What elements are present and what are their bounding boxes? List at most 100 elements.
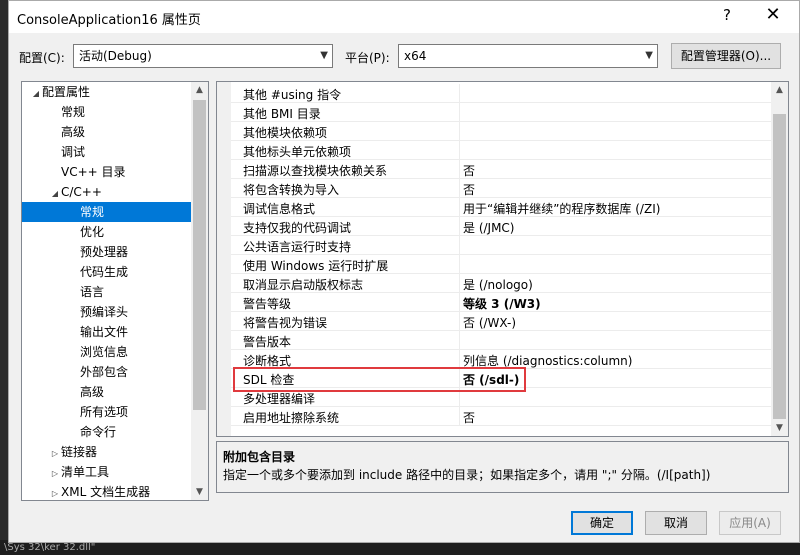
tree-item-label: 命令行: [80, 425, 117, 439]
chevron-down-icon: ▼: [645, 50, 653, 61]
platform-dropdown[interactable]: x64 ▼: [398, 44, 658, 68]
tree-item[interactable]: 命令行: [68, 422, 116, 442]
apply-button[interactable]: 应用(A): [719, 511, 781, 535]
property-row[interactable]: 扫描源以查找模块依赖关系 否: [231, 160, 771, 179]
property-value[interactable]: 否: [463, 181, 475, 198]
tree-item[interactable]: 外部包含: [68, 362, 128, 382]
property-row[interactable]: 其他 #using 指令: [231, 84, 771, 103]
tree-item[interactable]: 代码生成: [68, 262, 128, 282]
property-row[interactable]: 将包含转换为导入 否: [231, 179, 771, 198]
property-value[interactable]: 否: [463, 409, 475, 426]
scroll-up-icon[interactable]: ▲: [191, 82, 208, 98]
tree-item[interactable]: ◢ C/C++: [49, 182, 102, 202]
tree-item[interactable]: 高级: [49, 122, 85, 142]
tree-item[interactable]: ▷ 链接器: [49, 442, 97, 462]
help-icon[interactable]: ?: [717, 6, 737, 24]
property-row[interactable]: 其他标头单元依赖项: [231, 141, 771, 160]
property-name: 其他标头单元依赖项: [243, 145, 352, 159]
property-row[interactable]: 启用地址擦除系统 否: [231, 407, 771, 426]
tree-item[interactable]: 预处理器: [68, 242, 128, 262]
tree-scroll-thumb[interactable]: [193, 100, 206, 410]
grid-scrollbar[interactable]: ▲ ▼: [771, 82, 788, 436]
tree-item[interactable]: 输出文件: [68, 322, 128, 342]
property-row[interactable]: 警告版本: [231, 331, 771, 350]
expand-toggle-icon[interactable]: ▷: [49, 464, 61, 484]
grid-scroll-thumb[interactable]: [773, 114, 786, 419]
property-name: 其他模块依赖项: [243, 126, 328, 140]
tree-item-label: 预编译头: [80, 305, 129, 319]
close-icon[interactable]: ✕: [761, 4, 785, 25]
column-divider: [459, 141, 460, 160]
tree-item[interactable]: ▷ XML 文档生成器: [49, 482, 151, 500]
tree-item[interactable]: 调试: [49, 142, 85, 162]
scroll-up-icon[interactable]: ▲: [771, 82, 788, 98]
column-divider: [459, 84, 460, 103]
property-name: 将警告视为错误: [243, 316, 328, 330]
ok-button[interactable]: 确定: [571, 511, 633, 535]
column-divider: [459, 179, 460, 198]
property-name: 警告版本: [243, 335, 292, 349]
tree-item-label: XML 文档生成器: [61, 485, 151, 499]
config-label: 配置(C):: [19, 51, 65, 65]
config-dropdown[interactable]: 活动(Debug) ▼: [73, 44, 333, 68]
expand-toggle-icon[interactable]: ◢: [49, 184, 61, 204]
window-title: ConsoleApplication16 属性页: [17, 13, 201, 28]
column-divider: [459, 236, 460, 255]
tree-item[interactable]: 常规: [22, 202, 191, 222]
tree-item[interactable]: VC++ 目录: [49, 162, 126, 182]
tree-scrollbar[interactable]: ▲ ▼: [191, 82, 208, 500]
tree-item[interactable]: ▷ 清单工具: [49, 462, 109, 482]
property-row[interactable]: 其他 BMI 目录: [231, 103, 771, 122]
background-editor-strip: [0, 0, 8, 555]
column-divider: [459, 217, 460, 236]
tree-item-label: 输出文件: [80, 325, 129, 339]
cancel-button[interactable]: 取消: [645, 511, 707, 535]
tree-item[interactable]: 高级: [68, 382, 104, 402]
scroll-down-icon[interactable]: ▼: [191, 484, 208, 500]
column-divider: [459, 122, 460, 141]
config-manager-button[interactable]: 配置管理器(O)...: [671, 43, 781, 69]
property-row[interactable]: 将警告视为错误 否 (/WX-): [231, 312, 771, 331]
property-value[interactable]: 等级 3 (/W3): [463, 295, 541, 312]
grid-gutter: [217, 82, 231, 436]
description-title: 附加包含目录: [223, 450, 296, 464]
property-row[interactable]: 公共语言运行时支持: [231, 236, 771, 255]
scroll-down-icon[interactable]: ▼: [771, 420, 788, 436]
property-value[interactable]: 否: [463, 162, 475, 179]
tree-item[interactable]: 预编译头: [68, 302, 128, 322]
tree-item-label: 高级: [61, 125, 86, 139]
tree-item-label: 常规: [80, 205, 105, 219]
tree-item[interactable]: 语言: [68, 282, 104, 302]
tree-item[interactable]: 优化: [68, 222, 104, 242]
expand-toggle-icon[interactable]: ▷: [49, 444, 61, 464]
expand-toggle-icon[interactable]: ◢: [30, 84, 42, 104]
property-row[interactable]: 使用 Windows 运行时扩展: [231, 255, 771, 274]
property-name: 支持仅我的代码调试: [243, 221, 352, 235]
property-name: 调试信息格式: [243, 202, 316, 216]
tree-item[interactable]: 浏览信息: [68, 342, 128, 362]
tree-item-label: 所有选项: [80, 405, 129, 419]
tree-item-label: 优化: [80, 225, 105, 239]
property-name: 使用 Windows 运行时扩展: [243, 259, 389, 273]
expand-toggle-icon[interactable]: ▷: [49, 484, 61, 500]
property-name: 其他 BMI 目录: [243, 107, 321, 121]
config-value: 活动(Debug): [79, 49, 152, 63]
tree-item[interactable]: ◢ 配置属性: [30, 82, 90, 102]
property-value[interactable]: 否 (/WX-): [463, 314, 516, 331]
tree-item-label: 调试: [61, 145, 86, 159]
tree-item-label: 外部包含: [80, 365, 129, 379]
column-divider: [459, 160, 460, 179]
tree-item[interactable]: 所有选项: [68, 402, 128, 422]
tree-item[interactable]: 常规: [49, 102, 85, 122]
property-row[interactable]: 其他模块依赖项: [231, 122, 771, 141]
property-row[interactable]: 调试信息格式 用于“编辑并继续”的程序数据库 (/ZI): [231, 198, 771, 217]
description-text: 指定一个或多个要添加到 include 路径中的目录；如果指定多个，请用 ";"…: [223, 468, 711, 482]
property-row[interactable]: 警告等级 等级 3 (/W3): [231, 293, 771, 312]
property-row[interactable]: 支持仅我的代码调试 是 (/JMC): [231, 217, 771, 236]
tree-item-label: C/C++: [61, 185, 102, 199]
property-value[interactable]: 是 (/nologo): [463, 276, 533, 293]
property-value[interactable]: 用于“编辑并继续”的程序数据库 (/ZI): [463, 200, 660, 217]
property-value[interactable]: 是 (/JMC): [463, 219, 515, 236]
property-tree: ◢ 配置属性 常规 高级 调试 VC++ 目录 ◢ C/C++ 常规 优化 预处理器 代码生成 语言 预编…: [21, 81, 209, 501]
property-row[interactable]: 取消显示启动版权标志 是 (/nologo): [231, 274, 771, 293]
